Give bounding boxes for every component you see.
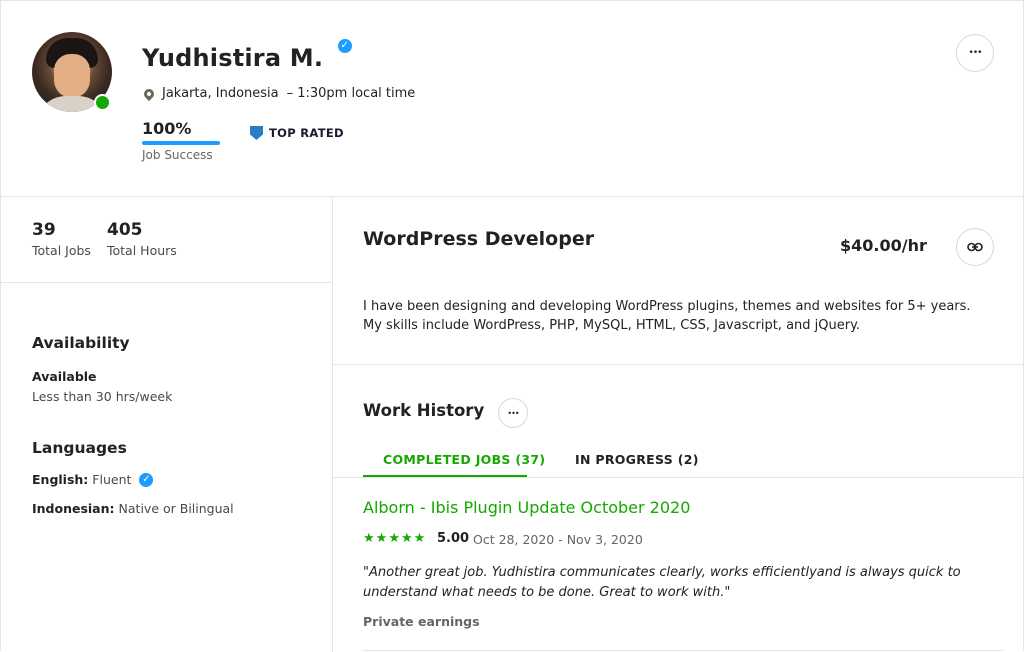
profile-more-button[interactable]: ••• — [956, 34, 994, 72]
star-icon: ★ — [388, 531, 400, 546]
job-earnings: Private earnings — [363, 614, 480, 629]
job-divider — [363, 650, 1003, 651]
languages-heading: Languages — [32, 439, 127, 457]
work-history-heading: Work History — [363, 401, 485, 420]
availability-hours: Less than 30 hrs/week — [32, 389, 173, 404]
star-icon: ★ — [400, 531, 413, 546]
shield-badge-icon — [250, 126, 263, 140]
local-time: – 1:30pm local time — [286, 86, 416, 101]
total-jobs-stat: 39 Total Jobs — [32, 220, 91, 258]
total-jobs-value: 39 — [32, 220, 56, 240]
star-icon: ★ — [363, 531, 375, 546]
more-dots-icon: ••• — [968, 48, 983, 58]
verified-check-icon: ✓ — [139, 472, 154, 487]
verified-check-icon: ✓ — [337, 39, 352, 53]
header-divider — [0, 196, 1024, 197]
language-name: Indonesian: — [32, 501, 115, 516]
language-name: English: — [32, 472, 89, 487]
tab-completed-jobs[interactable]: COMPLETED JOBS (37) — [383, 452, 545, 467]
profile-description: I have been designing and developing Wor… — [363, 299, 971, 333]
online-status-dot — [94, 94, 111, 111]
job-success-value: 100% — [142, 119, 192, 138]
language-level: Native or Bilingual — [118, 501, 234, 516]
profile-name-text: Yudhistira M. — [142, 44, 324, 72]
star-icon: ★ — [375, 531, 388, 546]
language-english: English: Fluent ✓ — [32, 472, 154, 487]
hourly-rate: $40.00/hr — [840, 236, 927, 255]
description-divider — [333, 364, 1024, 365]
location: Jakarta, Indonesia – 1:30pm local time — [141, 86, 416, 101]
language-level: Fluent — [92, 472, 132, 487]
profile-name: Yudhistira M. ✓ — [142, 39, 352, 72]
tabs-divider — [333, 477, 1024, 478]
job-rating-value: 5.00 — [437, 531, 470, 546]
total-hours-label: Total Hours — [107, 243, 177, 258]
star-icon: ★ — [413, 531, 426, 546]
column-divider — [332, 196, 333, 652]
copy-link-button[interactable] — [956, 228, 994, 266]
top-rated-label: TOP RATED — [269, 126, 344, 140]
map-pin-icon — [141, 86, 157, 101]
job-success-label: Job Success — [142, 148, 213, 162]
tab-in-progress[interactable]: IN PROGRESS (2) — [575, 452, 699, 467]
top-rated-badge: TOP RATED — [250, 126, 344, 140]
availability-heading: Availability — [32, 334, 130, 352]
more-dots-icon: ••• — [507, 408, 519, 418]
total-hours-value: 405 — [107, 220, 143, 240]
language-indonesian: Indonesian: Native or Bilingual — [32, 501, 234, 516]
profile-title: WordPress Developer — [363, 228, 595, 250]
total-jobs-label: Total Jobs — [32, 243, 91, 258]
location-text: Jakarta, Indonesia — [162, 86, 279, 101]
job-feedback: "Another great job. Yudhistira communica… — [363, 565, 961, 600]
job-rating-stars: ★ ★ ★ ★ ★ — [363, 531, 425, 546]
availability-status: Available — [32, 369, 97, 384]
work-history-more-button[interactable]: ••• — [498, 398, 528, 428]
job-success-bar — [142, 141, 220, 145]
job-dates: Oct 28, 2020 - Nov 3, 2020 — [473, 532, 643, 547]
job-title-link[interactable]: Alborn - Ibis Plugin Update October 2020 — [363, 498, 690, 517]
link-icon — [967, 242, 983, 252]
job-success-fill — [142, 141, 220, 145]
total-hours-stat: 405 Total Hours — [107, 220, 177, 258]
stats-divider — [0, 282, 332, 283]
